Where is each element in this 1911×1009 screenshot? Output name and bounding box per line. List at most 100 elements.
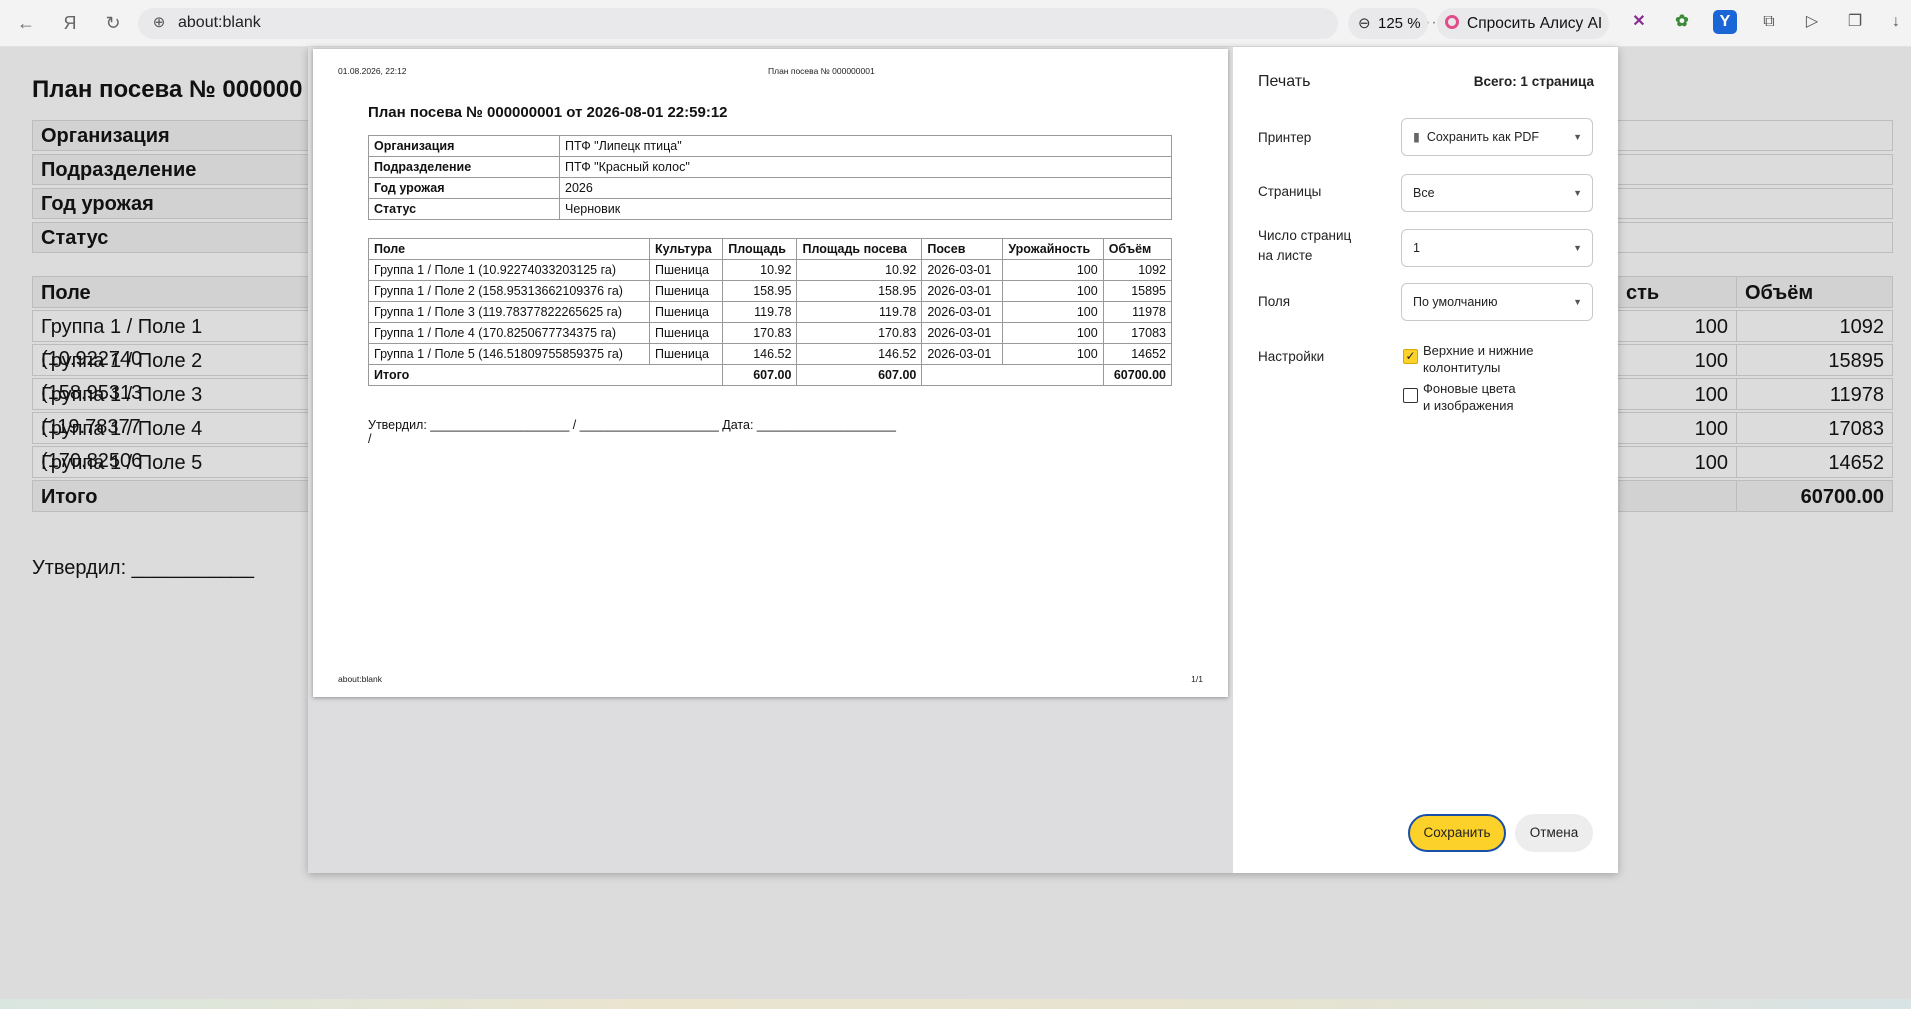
cell: 2026-03-01 [921,322,1004,344]
total-volume: 60700.00 [1102,364,1173,386]
margins-value: По умолчанию [1413,295,1498,309]
preview-title: План посева № 000000001 от 2026-08-01 22… [368,104,728,121]
printer-value-text: Сохранить как PDF [1426,130,1540,144]
cancel-button[interactable]: Отмена [1515,814,1593,852]
bg-row-field: Группа 1 / Поле 5 (146.51809 [32,446,312,506]
pages-select[interactable]: Все ▼ [1401,174,1593,212]
browser-toolbar: ← Я ↻ ⊕ about:blank ··· 🔖︎ ⊖ 125 % Спрос… [0,0,1911,47]
cell: Пшеница [648,280,724,302]
cell: 100 [1002,343,1104,365]
chevron-down-icon: ▼ [1573,188,1582,198]
gear-ext-icon[interactable]: ✿ [1670,10,1694,34]
cell: Пшеница [648,259,724,281]
bg-total-empty [1617,480,1737,512]
table-row: Группа 1 / Поле 5 (146.51809755859375 га… [368,343,1173,365]
address-text[interactable]: about:blank [178,14,261,32]
cell: 1092 [1102,259,1173,281]
cell: Пшеница [648,301,724,323]
yandex-icon[interactable]: Я [56,9,84,37]
info-row: Подразделение ПТФ "Красный колос" [368,156,1172,178]
print-dialog: 01.08.2026, 22:12 План посева № 00000000… [308,47,1618,873]
bg-row-volume: 15895 [1736,344,1893,376]
preview-header-title: План посева № 000000001 [768,66,875,76]
bg-row-volume: 1092 [1736,310,1893,342]
zoom-indicator[interactable]: ⊖ 125 % [1348,8,1428,39]
cell: 119.78 [796,301,923,323]
table-header-row: Поле Культура Площадь Площадь посева Пос… [368,238,1173,260]
background-graphics-label: Фоновые цвета и изображения [1423,380,1516,414]
bg-info-value [1617,120,1893,151]
bg-row-yield: 100 [1617,344,1737,376]
bg-row-yield: 100 [1617,310,1737,342]
info-value: 2026 [559,177,1172,199]
save-button[interactable]: Сохранить [1408,814,1506,852]
cell: Группа 1 / Поле 1 (10.92274033203125 га) [368,259,650,281]
print-settings-panel: Печать Всего: 1 страница Принтер ▮ Сохра… [1233,47,1618,873]
margins-select[interactable]: По умолчанию ▼ [1401,283,1593,321]
collections-icon[interactable]: ❐ [1843,10,1867,34]
cell: 17083 [1102,322,1173,344]
play-icon[interactable]: ▷ [1800,10,1824,34]
bg-row-field: Группа 1 / Поле 1 (10.922740 [32,310,312,370]
bg-info-value [1617,222,1893,253]
printer-value: ▮ Сохранить как PDF [1413,119,1539,155]
globe-icon: ⊕ [152,14,166,31]
x-ext-icon[interactable]: ✕ [1627,10,1651,34]
puzzle-icon[interactable]: ⧉ [1757,10,1781,34]
col-header: Культура [648,238,724,260]
bg-row-field: Группа 1 / Поле 2 (158.95313 [32,344,312,404]
bg-row-yield: 100 [1617,412,1737,444]
cell: Пшеница [648,322,724,344]
table-row: Группа 1 / Поле 3 (119.78377822265625 га… [368,301,1173,323]
bg-info-row: Статус [32,222,312,253]
cell: 2026-03-01 [921,280,1004,302]
back-icon[interactable]: ← [12,9,40,37]
info-label: Организация [368,135,560,157]
headers-footers-label: Верхние и нижние колонтитулы [1423,342,1533,376]
bg-total-volume: 60700.00 [1736,480,1893,512]
cell: Пшеница [648,343,724,365]
col-header: Поле [368,238,650,260]
preview-footer-page: 1/1 [1191,674,1203,684]
address-bar[interactable]: ⊕ about:blank ··· 🔖︎ [138,8,1477,39]
cell: Группа 1 / Поле 2 (158.95313662109376 га… [368,280,650,302]
bg-col-header: сть [1617,276,1737,308]
cell: 100 [1002,301,1104,323]
pdf-file-icon: ▮ [1413,130,1420,144]
per-sheet-select[interactable]: 1 ▼ [1401,229,1593,267]
table-row: Группа 1 / Поле 2 (158.95313662109376 га… [368,280,1173,302]
cell: Группа 1 / Поле 5 (146.51809755859375 га… [368,343,650,365]
reload-icon[interactable]: ↻ [99,9,127,37]
cell: Группа 1 / Поле 3 (119.78377822265625 га… [368,301,650,323]
bg-row-yield: 100 [1617,446,1737,478]
alice-button[interactable]: Спросить Алису AI [1437,8,1609,39]
per-sheet-label-line2: на листе [1258,248,1313,263]
col-header: Площадь [722,238,798,260]
zoom-icon: ⊖ [1358,15,1371,32]
per-sheet-label-line1: Число страниц [1258,228,1352,243]
info-row: Год урожая 2026 [368,177,1172,199]
printer-select[interactable]: ▮ Сохранить как PDF ▼ [1401,118,1593,156]
print-preview-page: 01.08.2026, 22:12 План посева № 00000000… [313,49,1228,697]
per-sheet-value: 1 [1413,241,1420,255]
cell: 10.92 [796,259,923,281]
cell: 100 [1002,259,1104,281]
col-header: Площадь посева [796,238,923,260]
headers-footers-checkbox[interactable]: ✓ [1403,349,1418,364]
pages-label: Страницы [1258,184,1322,199]
bg-info-row: Год урожая [32,188,312,219]
cell: 2026-03-01 [921,259,1004,281]
bg-row-volume: 11978 [1736,378,1893,410]
cell: 2026-03-01 [921,301,1004,323]
download-icon[interactable]: ↓ [1884,10,1908,34]
bird-ext-icon[interactable]: Y [1713,10,1737,34]
print-title: Печать [1258,73,1311,90]
bg-approval: Утвердил: ___________ [32,557,255,579]
total-empty [921,364,1104,386]
cell: 100 [1002,280,1104,302]
background-line2: и изображения [1423,398,1514,413]
col-header: Урожайность [1002,238,1104,260]
alice-icon [1445,15,1459,29]
info-value: ПТФ "Липецк птица" [559,135,1172,157]
background-graphics-checkbox[interactable] [1403,388,1418,403]
